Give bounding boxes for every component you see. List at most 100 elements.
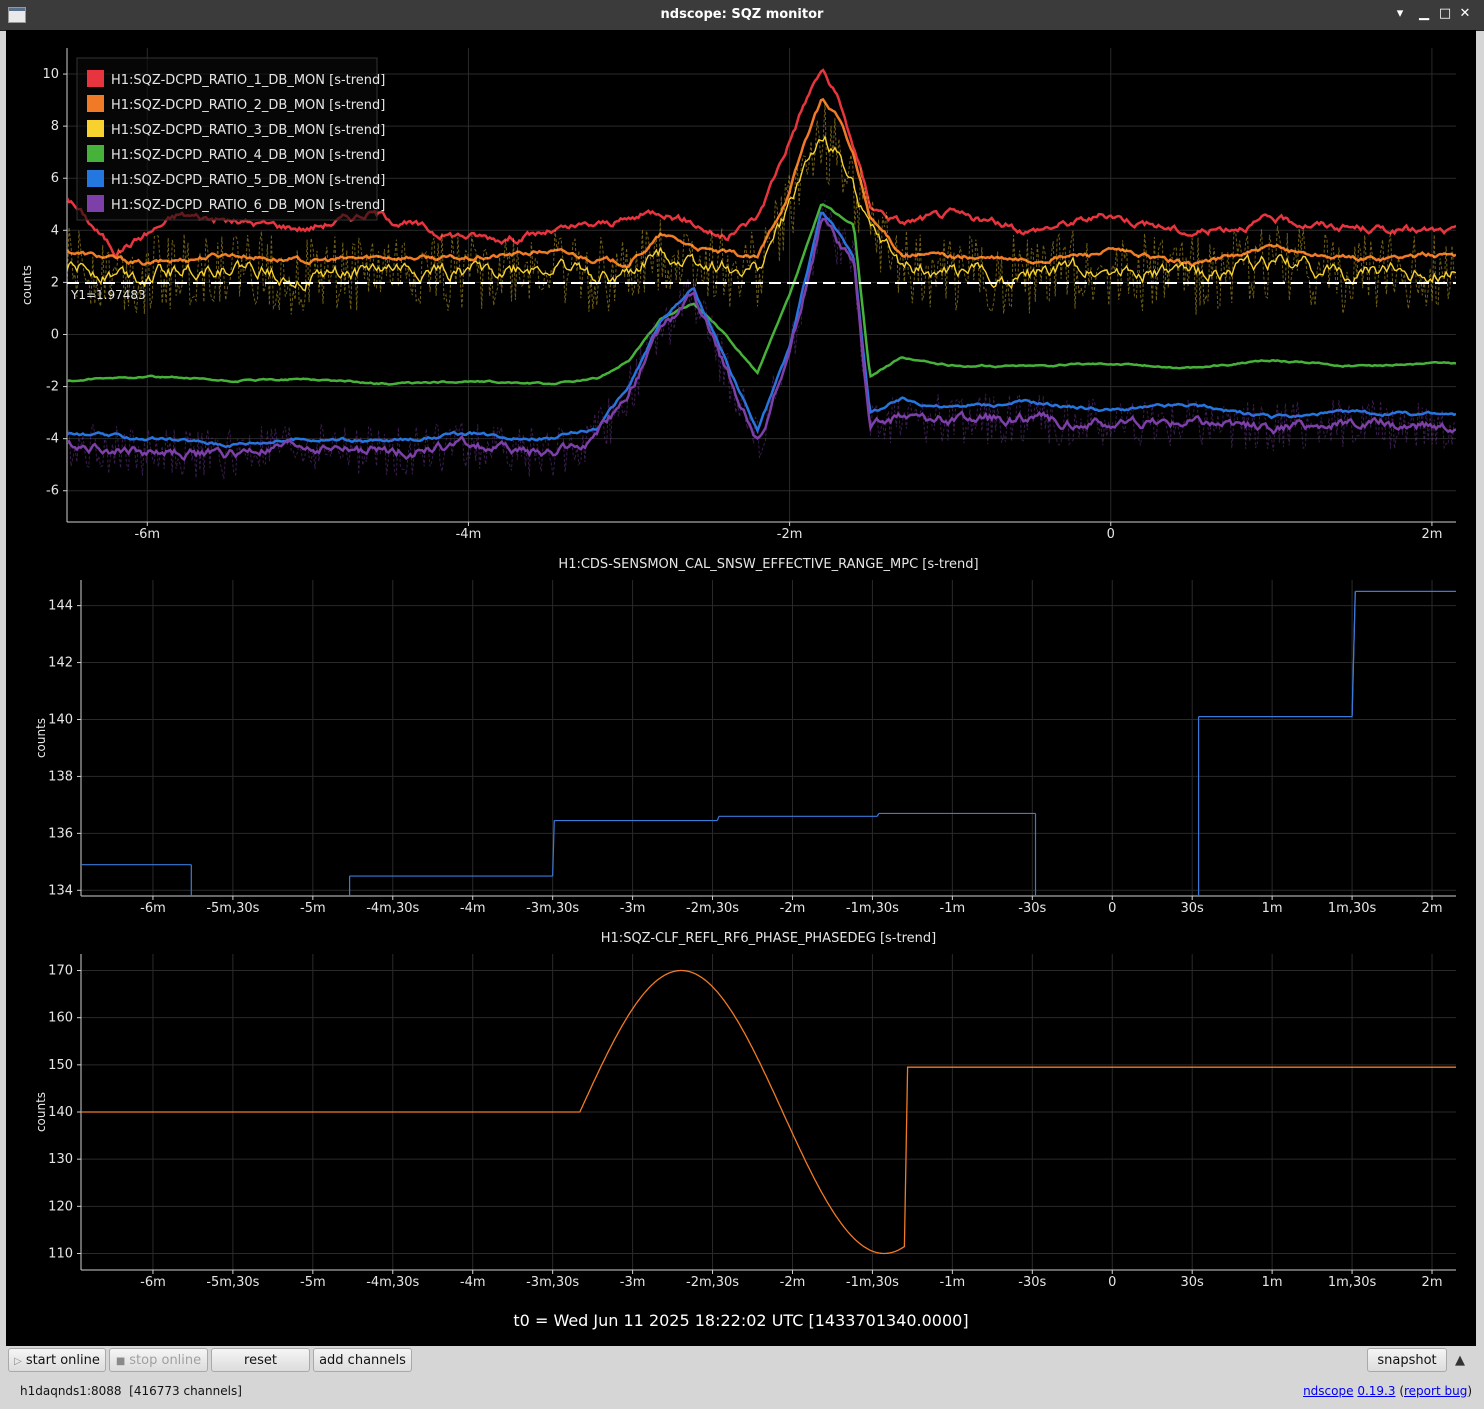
y-tick-label: 0 <box>51 327 59 342</box>
channel-count: [416773 channels] <box>129 1384 242 1398</box>
play-icon: ▷ <box>14 1356 22 1367</box>
app-link[interactable]: ndscope <box>1303 1384 1353 1398</box>
x-tick-label: 1m,30s <box>1328 901 1377 916</box>
x-tick-label: 30s <box>1181 1275 1205 1290</box>
y-tick-label: 136 <box>48 826 73 841</box>
window-title: ndscope: SQZ monitor <box>660 7 824 22</box>
x-tick-label: -5m <box>300 1275 326 1290</box>
x-tick-label: -6m <box>140 901 166 916</box>
legend-label-5: H1:SQZ-DCPD_RATIO_5_DB_MON [s-trend] <box>111 173 385 188</box>
x-tick-label: -4m <box>456 527 482 542</box>
status-bar: h1daqnds1:8088 [416773 channels] ndscope… <box>0 1378 1484 1409</box>
range-step <box>716 816 720 821</box>
stop-icon: ■ <box>115 1356 126 1367</box>
x-tick-label: -2m,30s <box>686 901 739 916</box>
x-tick-label: -4m,30s <box>366 1275 419 1290</box>
x-tick-label: 0 <box>1108 1275 1116 1290</box>
x-tick-label: -30s <box>1018 1275 1046 1290</box>
minimize-icon[interactable]: ▁ <box>1416 6 1432 22</box>
version-link[interactable]: 0.19.3 <box>1357 1384 1395 1398</box>
y-tick-label: 6 <box>51 171 59 186</box>
window-shade-icon[interactable]: ▾ <box>1392 6 1408 22</box>
x-tick-label: -30s <box>1018 901 1046 916</box>
y-tick-label: 130 <box>48 1152 73 1167</box>
x-tick-label: -3m <box>620 901 646 916</box>
y-tick-label: 10 <box>42 67 59 82</box>
legend-swatch-4 <box>87 145 104 162</box>
t0-label: t0 = Wed Jun 11 2025 18:22:02 UTC [14337… <box>513 1311 969 1330</box>
plots-canvas[interactable]: -6 -4 -2 0 2 4 6 8 10 -6m -4m -2m 0 2m counts Y1=1.9748… <box>6 30 1476 1300</box>
report-bug-link[interactable]: report bug <box>1404 1384 1467 1398</box>
toolbar: ▷ start online ■ stop online reset add cha… <box>0 1346 1484 1376</box>
start-online-button[interactable]: ▷ start online <box>8 1348 106 1372</box>
collapse-up-icon[interactable]: ▲ <box>1455 1353 1465 1368</box>
x-tick-label: -3m <box>620 1275 646 1290</box>
y-axis-label: counts <box>34 718 48 758</box>
start-online-label: start online <box>25 1353 100 1368</box>
y-tick-label: 138 <box>48 769 73 784</box>
y-tick-label: 110 <box>48 1246 73 1261</box>
y-tick-label: -6 <box>46 484 59 499</box>
range-step <box>876 813 880 817</box>
window-titlebar[interactable]: ndscope: SQZ monitor ▾ ▁ □ ✕ <box>0 0 1484 31</box>
x-tick-label: -5m,30s <box>206 1275 259 1290</box>
reset-button[interactable]: reset <box>211 1348 310 1372</box>
x-tick-label: -2m,30s <box>686 1275 739 1290</box>
x-tick-label: -4m,30s <box>366 901 419 916</box>
plot-title: H1:SQZ-CLF_REFL_RF6_PHASE_PHASEDEG [s-tr… <box>601 931 936 946</box>
legend-swatch-6 <box>87 195 104 212</box>
y-tick-label: -2 <box>46 380 59 395</box>
x-tick-label: -5m <box>300 901 326 916</box>
x-tick-label: -5m,30s <box>206 901 259 916</box>
y-tick-label: 134 <box>48 883 73 898</box>
stop-online-button[interactable]: ■ stop online <box>109 1348 208 1372</box>
legend-label-4: H1:SQZ-DCPD_RATIO_4_DB_MON [s-trend] <box>111 148 385 163</box>
x-tick-label: 2m <box>1422 1275 1443 1290</box>
server-status: h1daqnds1:8088 [416773 channels] <box>20 1384 242 1398</box>
maximize-icon[interactable]: □ <box>1437 6 1453 22</box>
add-channels-button[interactable]: add channels <box>313 1348 412 1372</box>
y-axis-label: counts <box>20 265 34 305</box>
legend-swatch-5 <box>87 170 104 187</box>
y-tick-label: 144 <box>48 599 73 614</box>
x-tick-label: -2m <box>780 901 806 916</box>
x-tick-label: 30s <box>1181 901 1205 916</box>
x-tick-label: 2m <box>1422 901 1443 916</box>
legend-label-6: H1:SQZ-DCPD_RATIO_6_DB_MON [s-trend] <box>111 198 385 213</box>
legend-swatch-2 <box>87 95 104 112</box>
legend-label-2: H1:SQZ-DCPD_RATIO_2_DB_MON [s-trend] <box>111 98 385 113</box>
x-tick-label: -6m <box>140 1275 166 1290</box>
legend-label-1: H1:SQZ-DCPD_RATIO_1_DB_MON [s-trend] <box>111 73 385 88</box>
stop-online-label: stop online <box>129 1353 202 1368</box>
y-tick-label: 140 <box>48 1105 73 1120</box>
y-tick-label: 150 <box>48 1058 73 1073</box>
snapshot-button[interactable]: snapshot <box>1367 1348 1447 1372</box>
legend-swatch-3 <box>87 120 104 137</box>
x-tick-label: -3m,30s <box>526 901 579 916</box>
x-tick-label: -3m,30s <box>526 1275 579 1290</box>
y-tick-label: 170 <box>48 964 73 979</box>
x-tick-label: 1m <box>1262 1275 1283 1290</box>
y-axis-label: counts <box>34 1092 48 1132</box>
series-4-line <box>67 203 1456 386</box>
x-tick-label: 1m <box>1262 901 1283 916</box>
x-tick-label: -6m <box>134 527 160 542</box>
close-icon[interactable]: ✕ <box>1457 6 1473 22</box>
x-tick-label: 0 <box>1107 527 1115 542</box>
x-tick-label: -1m <box>940 1275 966 1290</box>
x-tick-label: -4m <box>460 1275 486 1290</box>
x-tick-label: -4m <box>460 901 486 916</box>
y-tick-label: 4 <box>51 223 59 238</box>
x-tick-label: -1m,30s <box>846 901 899 916</box>
y-tick-label: 2 <box>51 275 59 290</box>
y-cursor-label: Y1=1.97483 <box>70 288 146 302</box>
x-tick-label: 1m,30s <box>1328 1275 1377 1290</box>
app-info: ndscope 0.19.3 (report bug) <box>1303 1384 1472 1398</box>
x-tick-label: -2m <box>780 1275 806 1290</box>
y-tick-label: -4 <box>46 432 59 447</box>
plot-area[interactable]: -6 -4 -2 0 2 4 6 8 10 -6m -4m -2m 0 2m counts Y1=1.9748… <box>6 30 1476 1346</box>
server-address: h1daqnds1:8088 <box>20 1384 122 1398</box>
y-tick-label: 140 <box>48 712 73 727</box>
x-tick-label: 0 <box>1108 901 1116 916</box>
x-tick-label: -2m <box>777 527 803 542</box>
